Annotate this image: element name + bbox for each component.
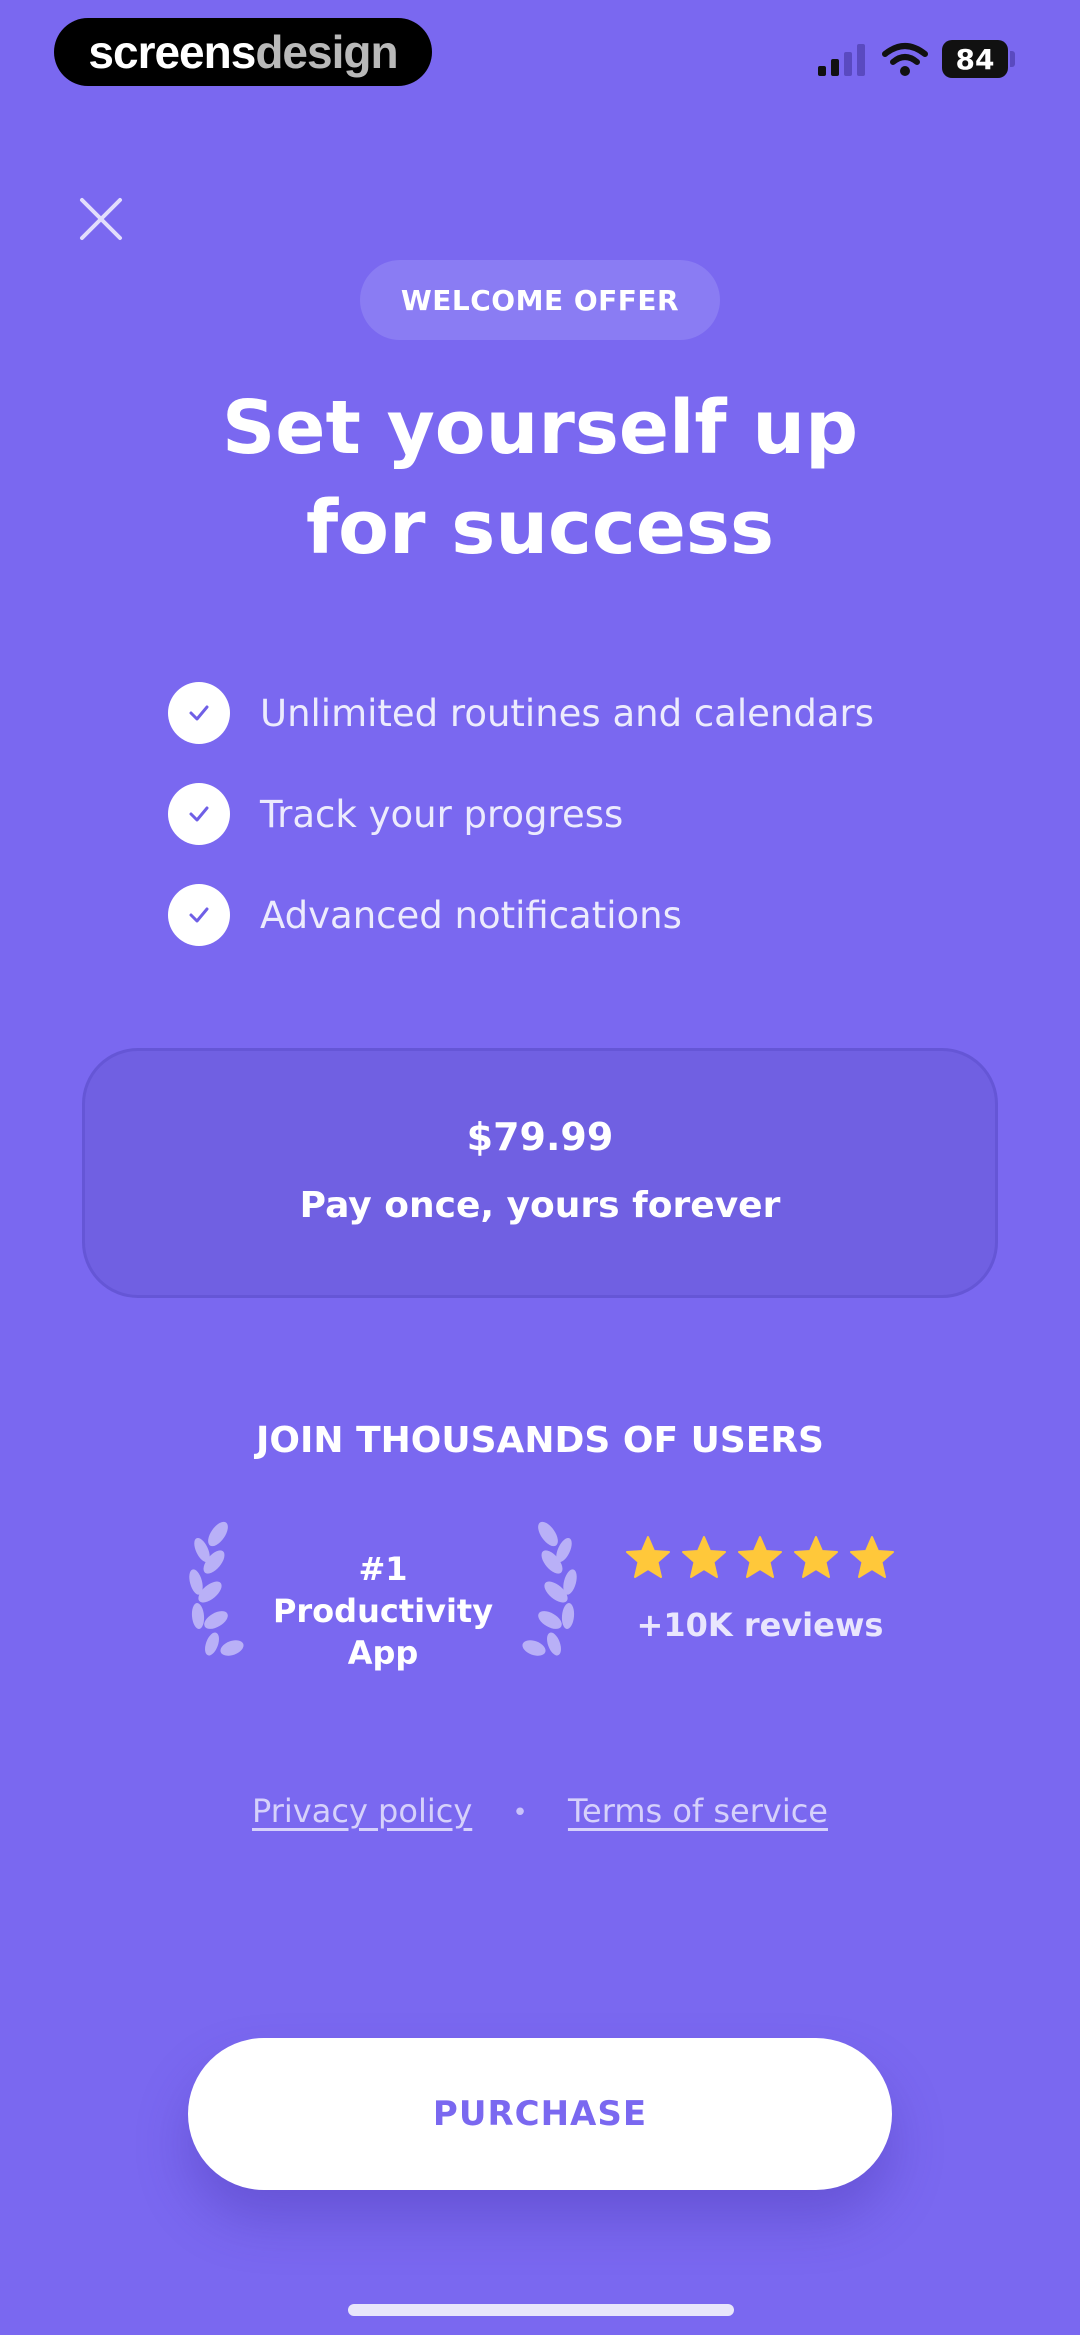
link-separator: • (512, 1798, 528, 1828)
cellular-signal-icon (818, 44, 865, 76)
check-icon (168, 783, 230, 845)
battery-level: 84 (942, 40, 1008, 78)
close-button[interactable] (74, 192, 128, 246)
feature-item: Unlimited routines and calendars (168, 682, 988, 744)
purchase-button[interactable]: PURCHASE (188, 2038, 892, 2190)
laurel-left-icon (189, 1521, 244, 1656)
plan-description: Pay once, yours forever (299, 1185, 781, 1226)
feature-label: Unlimited routines and calendars (260, 691, 874, 735)
feature-label: Advanced notifications (260, 893, 682, 937)
feature-item: Advanced notifications (168, 884, 988, 946)
privacy-policy-link[interactable]: Privacy policy (252, 1792, 472, 1830)
rating-stars (624, 1534, 896, 1584)
close-icon (80, 198, 122, 240)
home-indicator[interactable] (348, 2304, 734, 2316)
feature-label: Track your progress (260, 792, 624, 836)
plan-option-lifetime[interactable]: $79.99 Pay once, yours forever (82, 1048, 998, 1298)
screensdesign-watermark: screens design (54, 18, 432, 86)
page-title: Set yourself up for success (90, 378, 990, 578)
legal-links: Privacy policy • Terms of service (0, 1792, 1080, 1830)
social-proof-title: JOIN THOUSANDS OF USERS (256, 1420, 824, 1461)
headline-line-2: for success (305, 485, 775, 571)
star-icon (794, 1536, 838, 1578)
check-icon (168, 884, 230, 946)
check-icon (168, 682, 230, 744)
wifi-icon (882, 43, 928, 76)
award-badge: #1 Productivity App (250, 1548, 516, 1674)
headline-line-1: Set yourself up (221, 385, 859, 471)
star-icon (738, 1536, 782, 1578)
watermark-part-1: screens (88, 26, 256, 78)
award-line-1: #1 Productivity (272, 1550, 494, 1630)
star-icon (682, 1536, 726, 1578)
laurel-right-icon (522, 1521, 577, 1656)
terms-of-service-link[interactable]: Terms of service (568, 1792, 828, 1830)
star-icon (850, 1536, 894, 1578)
plan-price: $79.99 (466, 1115, 614, 1159)
feature-list: Unlimited routines and calendars Track y… (168, 682, 988, 985)
watermark-part-2: design (255, 26, 398, 78)
status-bar: screens design 84 (0, 0, 1080, 110)
star-icon (626, 1536, 670, 1578)
reviews-count: +10K reviews (636, 1606, 884, 1644)
welcome-offer-badge: WELCOME OFFER (360, 260, 720, 340)
feature-item: Track your progress (168, 783, 988, 845)
award-line-2: App (347, 1634, 419, 1672)
battery-cap (1010, 51, 1015, 67)
